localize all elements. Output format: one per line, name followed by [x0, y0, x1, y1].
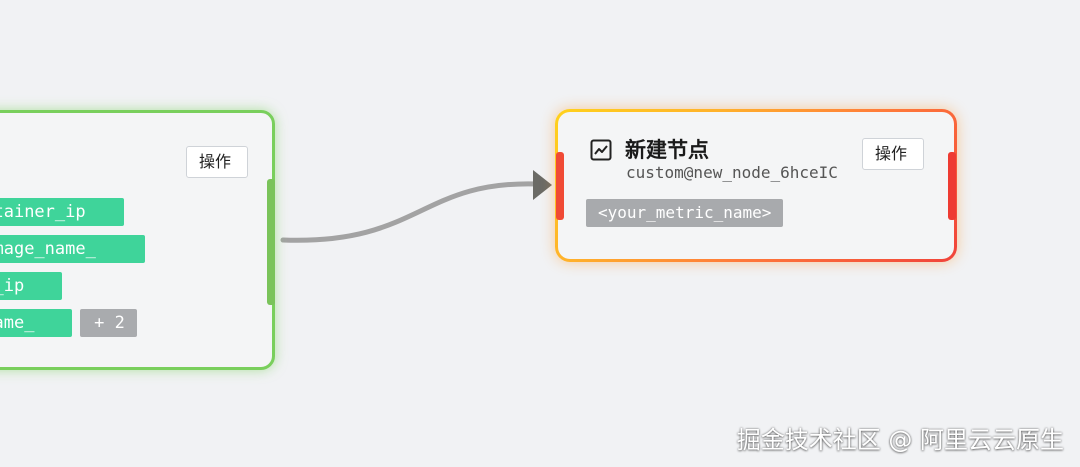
edge-arrow	[533, 170, 552, 200]
line-chart-icon	[590, 139, 612, 161]
target-node[interactable]: 新建节点 custom@new_node_6hceIC 操作 <your_met…	[555, 109, 957, 262]
target-node-input-handle[interactable]	[556, 152, 564, 220]
source-node-tag: _name_	[0, 309, 72, 337]
target-node-action-button[interactable]: 操作	[862, 138, 924, 170]
source-node-tag: _image_name_	[0, 235, 145, 263]
source-node[interactable]: 操作 ntainer_ip_ _image_name_ e_ip_ _name_…	[0, 110, 275, 370]
target-node-title: 新建节点	[625, 138, 709, 162]
source-node-action-button[interactable]: 操作	[186, 146, 248, 178]
more-tags-badge[interactable]: + 2	[80, 309, 137, 337]
source-node-tag: ntainer_ip_	[0, 198, 124, 226]
metric-name-tag: <your_metric_name>	[586, 199, 784, 227]
edge-path[interactable]	[280, 181, 541, 243]
target-node-output-handle[interactable]	[948, 152, 956, 220]
flow-canvas[interactable]: 操作 ntainer_ip_ _image_name_ e_ip_ _name_…	[0, 0, 1080, 467]
target-node-body[interactable]: 新建节点 custom@new_node_6hceIC 操作 <your_met…	[556, 112, 956, 259]
source-node-tag: e_ip_	[0, 272, 62, 300]
source-node-output-handle[interactable]	[267, 179, 275, 305]
target-node-id: custom@new_node_6hceIC	[626, 163, 838, 182]
watermark: 掘金技术社区 @ 阿里云云原生	[736, 426, 1064, 454]
